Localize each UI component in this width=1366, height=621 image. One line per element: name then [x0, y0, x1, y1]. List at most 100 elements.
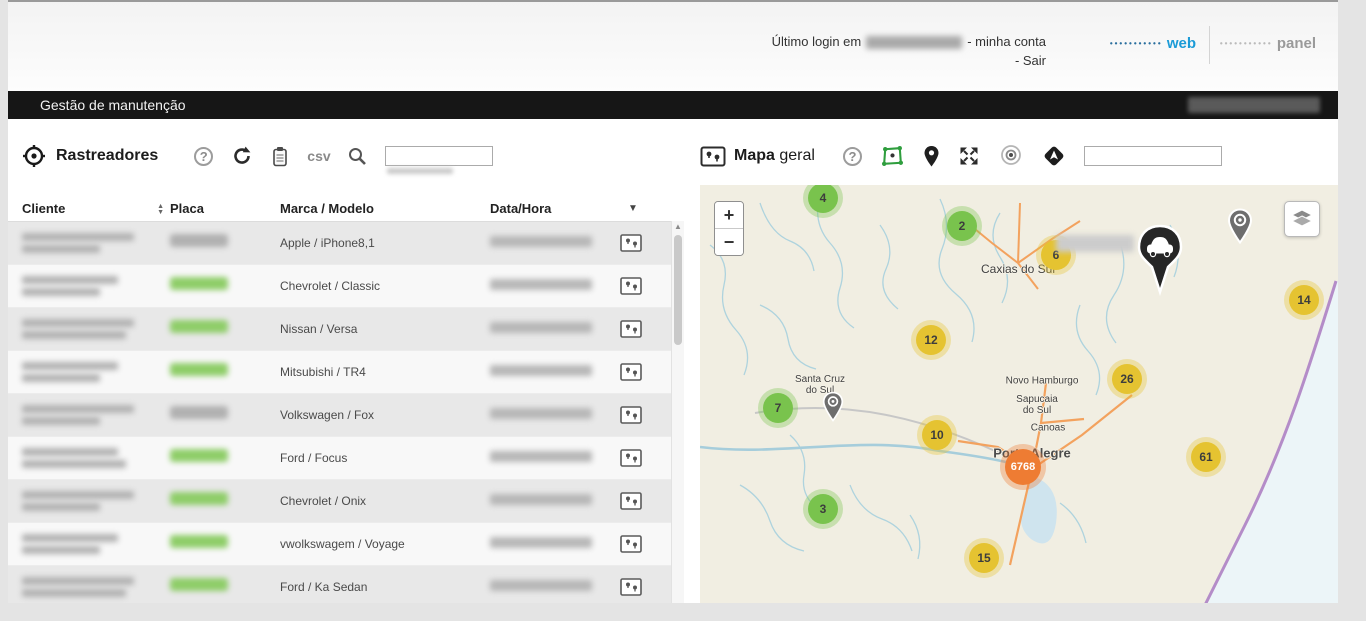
- client-name-redacted: [22, 491, 134, 499]
- client-name-redacted: [22, 534, 118, 542]
- location-marker-pin[interactable]: [1227, 208, 1253, 249]
- filter-dropdown-icon[interactable]: ▼: [628, 203, 638, 214]
- table-row[interactable]: Apple / iPhone8,1: [8, 222, 684, 265]
- brand-web-logo[interactable]: ••••••••••• web: [1110, 35, 1196, 52]
- plate-redacted: [170, 234, 228, 247]
- brand-model-text: Chevrolet / Classic: [280, 279, 380, 293]
- help-icon[interactable]: ?: [194, 147, 213, 166]
- trackers-panel: Rastreadores ? csv Clie: [8, 119, 684, 612]
- client-name-redacted-line2: [22, 503, 100, 511]
- show-on-map-button[interactable]: [620, 578, 642, 596]
- page-title: Gestão de manutenção: [40, 97, 186, 113]
- show-on-map-button[interactable]: [620, 535, 642, 553]
- map-cluster-61[interactable]: 61: [1191, 442, 1221, 472]
- geofence-icon[interactable]: [880, 144, 905, 169]
- column-header-cliente[interactable]: Cliente ▲▼: [8, 201, 170, 216]
- radar-signal-icon[interactable]: [998, 144, 1024, 168]
- logout-link[interactable]: - Sair: [1015, 53, 1046, 68]
- layers-icon: [1291, 209, 1313, 229]
- map-search-input[interactable]: [1084, 146, 1222, 166]
- my-account-link[interactable]: - minha conta: [967, 34, 1046, 49]
- map-canvas[interactable]: + − 426141226710616768315Caxias do SulSa…: [700, 185, 1338, 605]
- table-row[interactable]: Chevrolet / Onix: [8, 480, 684, 523]
- table-row[interactable]: Nissan / Versa: [8, 308, 684, 351]
- map-cluster-7[interactable]: 7: [763, 393, 793, 423]
- brand-model-text: Ford / Ka Sedan: [280, 580, 367, 594]
- map-cluster-15[interactable]: 15: [969, 543, 999, 573]
- vehicle-marker-pin[interactable]: [1136, 224, 1184, 301]
- datetime-redacted: [490, 365, 592, 376]
- show-on-map-button[interactable]: [620, 406, 642, 424]
- client-name-redacted: [22, 448, 118, 456]
- client-name-redacted-line2: [22, 589, 126, 597]
- direction-icon[interactable]: [1042, 144, 1066, 168]
- map-panel: Mapa geral ?: [684, 119, 1338, 612]
- client-name-redacted-line2: [22, 331, 126, 339]
- plate-redacted: [170, 449, 228, 462]
- map-cluster-14[interactable]: 14: [1289, 285, 1319, 315]
- show-on-map-button[interactable]: [620, 492, 642, 510]
- brand-model-text: Chevrolet / Onix: [280, 494, 366, 508]
- plate-redacted: [170, 535, 228, 548]
- zoom-out-button[interactable]: −: [715, 229, 743, 255]
- client-name-redacted-line2: [22, 288, 100, 296]
- map-cluster-12[interactable]: 12: [916, 325, 946, 355]
- datetime-redacted: [490, 236, 592, 247]
- zoom-in-button[interactable]: +: [715, 202, 743, 229]
- pin-icon[interactable]: [923, 145, 940, 168]
- datetime-redacted: [490, 408, 592, 419]
- map-cluster-26[interactable]: 26: [1112, 364, 1142, 394]
- bottom-edge: [8, 603, 1338, 612]
- column-header-marca-modelo[interactable]: Marca / Modelo: [280, 201, 490, 216]
- expand-icon[interactable]: [958, 145, 980, 167]
- report-clipboard-icon[interactable]: [271, 146, 289, 167]
- column-header-data-hora[interactable]: Data/Hora: [490, 201, 620, 216]
- map-cluster-6768[interactable]: 6768: [1005, 449, 1041, 485]
- show-on-map-button[interactable]: [620, 363, 642, 381]
- client-name-redacted-line2: [22, 245, 100, 253]
- plate-redacted: [170, 320, 228, 333]
- datetime-redacted: [490, 451, 592, 462]
- map-cluster-2[interactable]: 2: [947, 211, 977, 241]
- column-header-placa[interactable]: Placa: [170, 201, 280, 216]
- brand-panel-dots: •••••••••••: [1220, 39, 1273, 48]
- map-help-icon[interactable]: ?: [843, 147, 862, 166]
- client-name-redacted: [22, 577, 134, 585]
- zoom-control: + −: [714, 201, 744, 256]
- table-header: Cliente ▲▼ Placa Marca / Modelo Data/Hor…: [8, 195, 684, 222]
- login-datetime-redacted: [866, 36, 962, 49]
- title-bar: Gestão de manutenção: [8, 91, 1338, 119]
- table-row[interactable]: vwolkswagem / Voyage: [8, 523, 684, 566]
- datetime-redacted: [490, 322, 592, 333]
- table-scrollbar[interactable]: ▲: [671, 221, 684, 606]
- brand-model-text: Mitsubishi / TR4: [280, 365, 366, 379]
- show-on-map-button[interactable]: [620, 277, 642, 295]
- brand-model-text: Ford / Focus: [280, 451, 347, 465]
- scrollbar-up-icon[interactable]: ▲: [672, 221, 684, 233]
- location-marker-pin-2[interactable]: [822, 391, 844, 427]
- show-on-map-button[interactable]: [620, 234, 642, 252]
- title-bar-redacted-button[interactable]: [1188, 97, 1320, 113]
- show-on-map-button[interactable]: [620, 320, 642, 338]
- layers-control[interactable]: [1284, 201, 1320, 237]
- datetime-redacted: [490, 494, 592, 505]
- brand-panel-logo[interactable]: ••••••••••• panel: [1220, 35, 1316, 52]
- table-row[interactable]: Chevrolet / Classic: [8, 265, 684, 308]
- trackers-search-input[interactable]: [385, 146, 493, 166]
- client-name-redacted-line2: [22, 546, 100, 554]
- brand-web-dots: •••••••••••: [1110, 39, 1163, 48]
- table-row[interactable]: Mitsubishi / TR4: [8, 351, 684, 394]
- trackers-title: Rastreadores: [56, 147, 158, 165]
- search-icon: [347, 146, 367, 166]
- table-row[interactable]: Volkswagen / Fox: [8, 394, 684, 437]
- scrollbar-thumb[interactable]: [674, 235, 682, 345]
- table-row[interactable]: Ford / Focus: [8, 437, 684, 480]
- map-cluster-3[interactable]: 3: [808, 494, 838, 524]
- plate-redacted: [170, 277, 228, 290]
- map-cluster-10[interactable]: 10: [922, 420, 952, 450]
- csv-export-button[interactable]: csv: [307, 148, 330, 164]
- show-on-map-button[interactable]: [620, 449, 642, 467]
- brand-web-label: web: [1167, 35, 1196, 52]
- refresh-icon[interactable]: [231, 145, 253, 167]
- sort-icon[interactable]: ▲▼: [157, 204, 164, 216]
